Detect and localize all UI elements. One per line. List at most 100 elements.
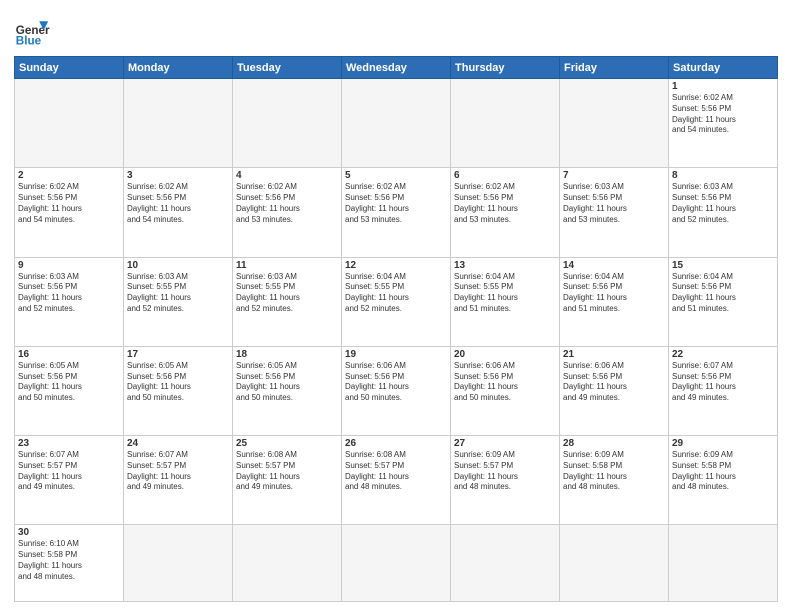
calendar-cell: 15Sunrise: 6:04 AM Sunset: 5:56 PM Dayli… <box>669 257 778 346</box>
calendar-cell: 13Sunrise: 6:04 AM Sunset: 5:55 PM Dayli… <box>451 257 560 346</box>
calendar-cell <box>669 525 778 602</box>
day-info: Sunrise: 6:06 AM Sunset: 5:56 PM Dayligh… <box>345 361 447 404</box>
calendar-cell <box>15 79 124 168</box>
day-info: Sunrise: 6:02 AM Sunset: 5:56 PM Dayligh… <box>454 182 556 225</box>
svg-text:Blue: Blue <box>16 35 42 48</box>
calendar-cell: 8Sunrise: 6:03 AM Sunset: 5:56 PM Daylig… <box>669 168 778 257</box>
day-info: Sunrise: 6:09 AM Sunset: 5:58 PM Dayligh… <box>672 450 774 493</box>
day-number: 17 <box>127 349 229 360</box>
day-info: Sunrise: 6:03 AM Sunset: 5:55 PM Dayligh… <box>236 272 338 315</box>
day-info: Sunrise: 6:09 AM Sunset: 5:57 PM Dayligh… <box>454 450 556 493</box>
day-info: Sunrise: 6:04 AM Sunset: 5:55 PM Dayligh… <box>454 272 556 315</box>
calendar-cell: 27Sunrise: 6:09 AM Sunset: 5:57 PM Dayli… <box>451 436 560 525</box>
calendar-cell: 6Sunrise: 6:02 AM Sunset: 5:56 PM Daylig… <box>451 168 560 257</box>
day-number: 14 <box>563 260 665 271</box>
day-info: Sunrise: 6:02 AM Sunset: 5:56 PM Dayligh… <box>236 182 338 225</box>
calendar-cell: 11Sunrise: 6:03 AM Sunset: 5:55 PM Dayli… <box>233 257 342 346</box>
calendar-table: SundayMondayTuesdayWednesdayThursdayFrid… <box>14 56 778 602</box>
day-number: 20 <box>454 349 556 360</box>
day-info: Sunrise: 6:02 AM Sunset: 5:56 PM Dayligh… <box>18 182 120 225</box>
day-info: Sunrise: 6:07 AM Sunset: 5:57 PM Dayligh… <box>127 450 229 493</box>
calendar-cell: 21Sunrise: 6:06 AM Sunset: 5:56 PM Dayli… <box>560 346 669 435</box>
calendar-cell: 30Sunrise: 6:10 AM Sunset: 5:58 PM Dayli… <box>15 525 124 602</box>
calendar-cell: 26Sunrise: 6:08 AM Sunset: 5:57 PM Dayli… <box>342 436 451 525</box>
day-info: Sunrise: 6:08 AM Sunset: 5:57 PM Dayligh… <box>236 450 338 493</box>
day-info: Sunrise: 6:05 AM Sunset: 5:56 PM Dayligh… <box>127 361 229 404</box>
calendar-cell: 28Sunrise: 6:09 AM Sunset: 5:58 PM Dayli… <box>560 436 669 525</box>
calendar-cell: 25Sunrise: 6:08 AM Sunset: 5:57 PM Dayli… <box>233 436 342 525</box>
calendar-cell <box>560 79 669 168</box>
day-number: 7 <box>563 170 665 181</box>
calendar-row-0: 1Sunrise: 6:02 AM Sunset: 5:56 PM Daylig… <box>15 79 778 168</box>
day-number: 11 <box>236 260 338 271</box>
col-header-wednesday: Wednesday <box>342 57 451 79</box>
day-number: 23 <box>18 438 120 449</box>
calendar-cell: 17Sunrise: 6:05 AM Sunset: 5:56 PM Dayli… <box>124 346 233 435</box>
day-info: Sunrise: 6:03 AM Sunset: 5:56 PM Dayligh… <box>18 272 120 315</box>
calendar-header-row: SundayMondayTuesdayWednesdayThursdayFrid… <box>15 57 778 79</box>
day-info: Sunrise: 6:07 AM Sunset: 5:57 PM Dayligh… <box>18 450 120 493</box>
day-number: 30 <box>18 527 120 538</box>
day-number: 24 <box>127 438 229 449</box>
day-number: 2 <box>18 170 120 181</box>
day-number: 28 <box>563 438 665 449</box>
calendar-cell <box>342 525 451 602</box>
calendar-cell <box>342 79 451 168</box>
calendar-cell: 29Sunrise: 6:09 AM Sunset: 5:58 PM Dayli… <box>669 436 778 525</box>
calendar-cell: 10Sunrise: 6:03 AM Sunset: 5:55 PM Dayli… <box>124 257 233 346</box>
day-number: 19 <box>345 349 447 360</box>
day-number: 13 <box>454 260 556 271</box>
calendar-cell: 19Sunrise: 6:06 AM Sunset: 5:56 PM Dayli… <box>342 346 451 435</box>
day-number: 29 <box>672 438 774 449</box>
calendar-cell <box>451 79 560 168</box>
day-number: 15 <box>672 260 774 271</box>
day-info: Sunrise: 6:03 AM Sunset: 5:55 PM Dayligh… <box>127 272 229 315</box>
day-info: Sunrise: 6:02 AM Sunset: 5:56 PM Dayligh… <box>345 182 447 225</box>
calendar-cell: 23Sunrise: 6:07 AM Sunset: 5:57 PM Dayli… <box>15 436 124 525</box>
day-number: 10 <box>127 260 229 271</box>
col-header-friday: Friday <box>560 57 669 79</box>
day-number: 27 <box>454 438 556 449</box>
day-number: 25 <box>236 438 338 449</box>
page-header: General Blue <box>14 10 778 50</box>
day-info: Sunrise: 6:02 AM Sunset: 5:56 PM Dayligh… <box>672 93 774 136</box>
col-header-tuesday: Tuesday <box>233 57 342 79</box>
calendar-cell: 1Sunrise: 6:02 AM Sunset: 5:56 PM Daylig… <box>669 79 778 168</box>
day-info: Sunrise: 6:04 AM Sunset: 5:55 PM Dayligh… <box>345 272 447 315</box>
calendar-cell: 12Sunrise: 6:04 AM Sunset: 5:55 PM Dayli… <box>342 257 451 346</box>
day-number: 6 <box>454 170 556 181</box>
calendar-row-1: 2Sunrise: 6:02 AM Sunset: 5:56 PM Daylig… <box>15 168 778 257</box>
day-info: Sunrise: 6:05 AM Sunset: 5:56 PM Dayligh… <box>18 361 120 404</box>
day-info: Sunrise: 6:02 AM Sunset: 5:56 PM Dayligh… <box>127 182 229 225</box>
day-number: 8 <box>672 170 774 181</box>
col-header-saturday: Saturday <box>669 57 778 79</box>
calendar-cell: 4Sunrise: 6:02 AM Sunset: 5:56 PM Daylig… <box>233 168 342 257</box>
calendar-row-5: 30Sunrise: 6:10 AM Sunset: 5:58 PM Dayli… <box>15 525 778 602</box>
calendar-row-4: 23Sunrise: 6:07 AM Sunset: 5:57 PM Dayli… <box>15 436 778 525</box>
day-number: 5 <box>345 170 447 181</box>
day-info: Sunrise: 6:06 AM Sunset: 5:56 PM Dayligh… <box>563 361 665 404</box>
calendar-cell <box>233 79 342 168</box>
calendar-cell: 5Sunrise: 6:02 AM Sunset: 5:56 PM Daylig… <box>342 168 451 257</box>
calendar-cell <box>233 525 342 602</box>
day-info: Sunrise: 6:08 AM Sunset: 5:57 PM Dayligh… <box>345 450 447 493</box>
day-info: Sunrise: 6:10 AM Sunset: 5:58 PM Dayligh… <box>18 539 120 582</box>
day-number: 12 <box>345 260 447 271</box>
day-number: 1 <box>672 81 774 92</box>
day-number: 26 <box>345 438 447 449</box>
day-number: 3 <box>127 170 229 181</box>
day-number: 22 <box>672 349 774 360</box>
day-info: Sunrise: 6:03 AM Sunset: 5:56 PM Dayligh… <box>563 182 665 225</box>
calendar-cell: 18Sunrise: 6:05 AM Sunset: 5:56 PM Dayli… <box>233 346 342 435</box>
calendar-cell: 2Sunrise: 6:02 AM Sunset: 5:56 PM Daylig… <box>15 168 124 257</box>
day-info: Sunrise: 6:03 AM Sunset: 5:56 PM Dayligh… <box>672 182 774 225</box>
calendar-row-2: 9Sunrise: 6:03 AM Sunset: 5:56 PM Daylig… <box>15 257 778 346</box>
col-header-monday: Monday <box>124 57 233 79</box>
calendar-cell: 16Sunrise: 6:05 AM Sunset: 5:56 PM Dayli… <box>15 346 124 435</box>
calendar-cell <box>124 525 233 602</box>
calendar-cell: 7Sunrise: 6:03 AM Sunset: 5:56 PM Daylig… <box>560 168 669 257</box>
calendar-cell <box>124 79 233 168</box>
day-info: Sunrise: 6:04 AM Sunset: 5:56 PM Dayligh… <box>563 272 665 315</box>
calendar-row-3: 16Sunrise: 6:05 AM Sunset: 5:56 PM Dayli… <box>15 346 778 435</box>
day-number: 21 <box>563 349 665 360</box>
